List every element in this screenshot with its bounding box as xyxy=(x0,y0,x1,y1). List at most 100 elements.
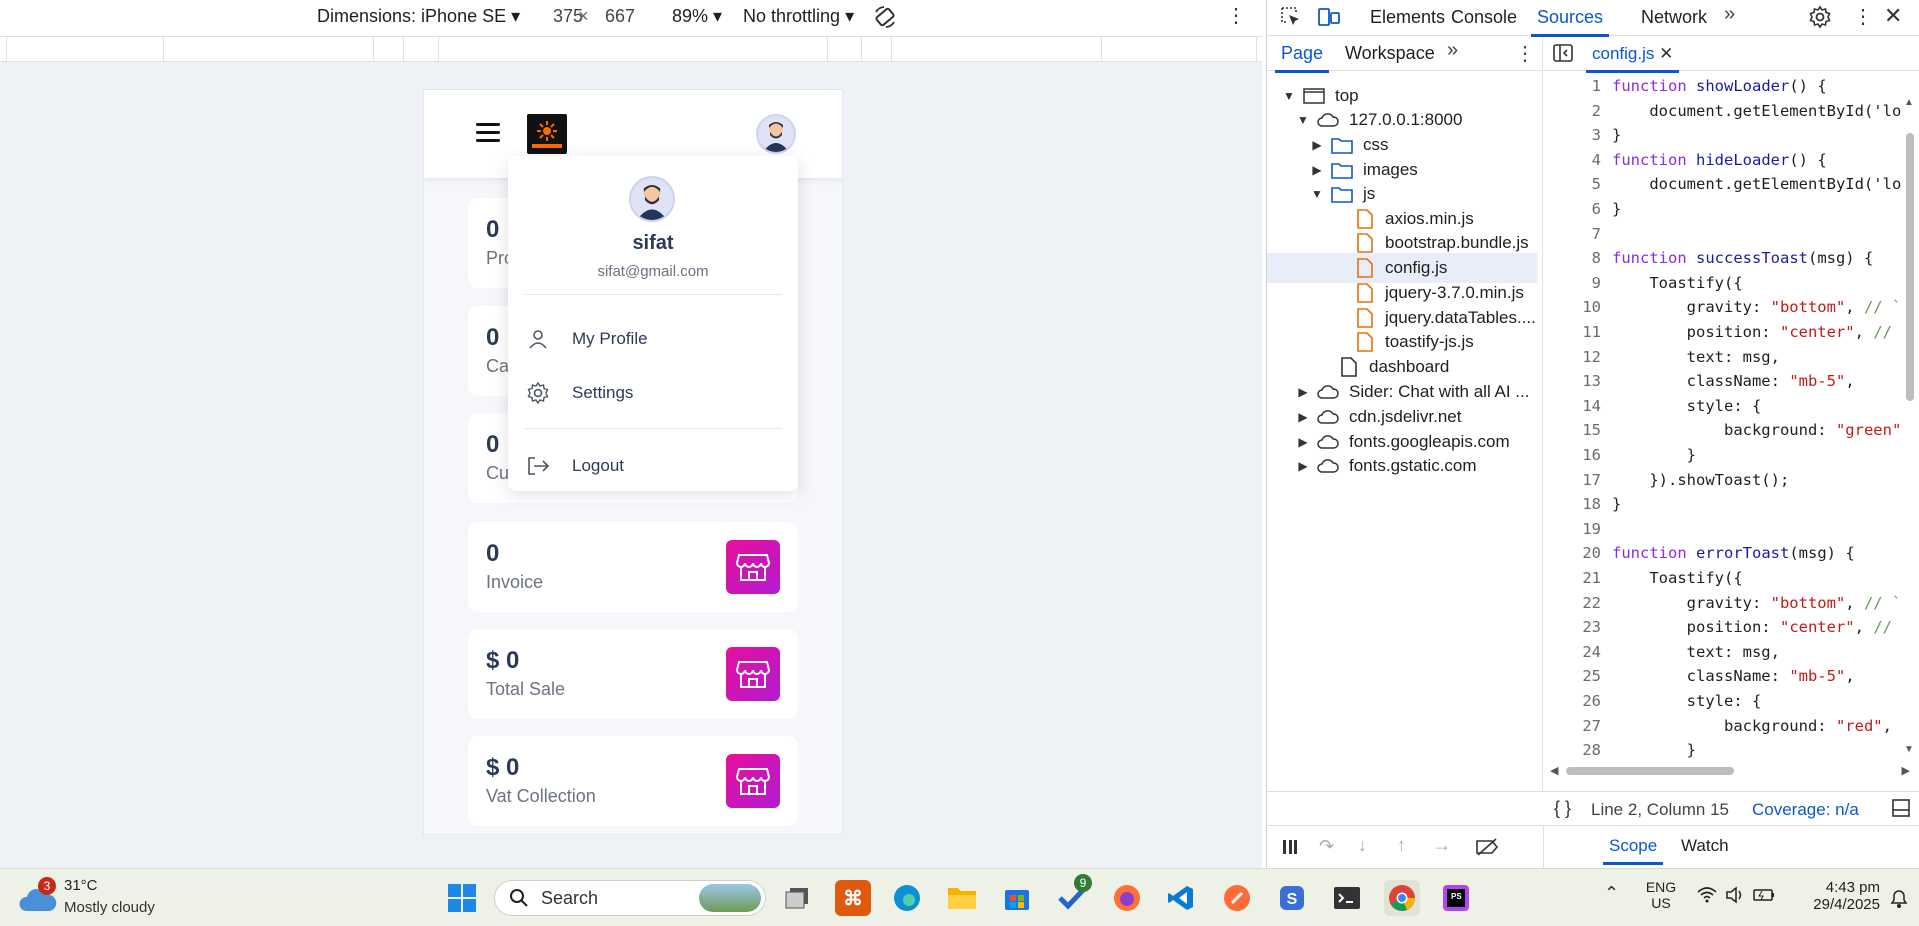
rotate-icon[interactable] xyxy=(872,4,898,30)
firefox-icon[interactable] xyxy=(1109,880,1145,916)
code-line[interactable]: function successToast(msg) { xyxy=(1612,249,1873,267)
taskbar-search[interactable]: Search xyxy=(494,880,766,916)
line-number[interactable]: 1 xyxy=(1544,77,1601,95)
code-line[interactable]: }).showToast(); xyxy=(1612,471,1789,489)
start-button-icon[interactable] xyxy=(444,880,480,916)
tab-network[interactable]: Network xyxy=(1641,7,1707,28)
brand-logo[interactable] xyxy=(527,114,567,154)
weather-widget[interactable]: 3 xyxy=(18,877,58,917)
kebab-menu-icon[interactable]: ⋮ xyxy=(1853,4,1873,29)
tab-workspace[interactable]: Workspace xyxy=(1345,43,1435,64)
code-line[interactable]: text: msg, xyxy=(1612,643,1780,661)
code-line[interactable]: style: { xyxy=(1612,397,1762,415)
step-icon[interactable]: → xyxy=(1433,835,1451,856)
user-avatar-button[interactable] xyxy=(756,114,796,154)
line-number[interactable]: 6 xyxy=(1544,200,1601,218)
edge-browser-icon[interactable] xyxy=(889,880,925,916)
editor-tab-config-js[interactable]: config.js ✕ xyxy=(1585,44,1680,73)
tree-node-host[interactable]: ▶ fonts.gstatic.com xyxy=(1295,451,1476,481)
line-number[interactable]: 23 xyxy=(1544,618,1601,636)
task-view-icon[interactable] xyxy=(779,880,815,916)
code-line[interactable]: document.getElementById('lo xyxy=(1612,102,1901,120)
line-number[interactable]: 11 xyxy=(1544,323,1601,341)
wifi-icon[interactable] xyxy=(1697,887,1717,908)
code-line[interactable]: } xyxy=(1612,446,1696,464)
terminal-icon[interactable] xyxy=(1329,880,1365,916)
tab-page[interactable]: Page xyxy=(1274,43,1330,73)
line-number[interactable]: 4 xyxy=(1544,151,1601,169)
line-number[interactable]: 8 xyxy=(1544,249,1601,267)
line-number[interactable]: 24 xyxy=(1544,643,1601,661)
language-indicator[interactable]: ENG US xyxy=(1644,879,1678,911)
horizontal-scrollbar[interactable]: ◀ ▶ xyxy=(1550,764,1910,778)
close-tab-icon[interactable]: ✕ xyxy=(1659,44,1673,63)
pause-icon[interactable] xyxy=(1281,838,1299,861)
step-into-icon[interactable]: ↓ xyxy=(1358,835,1367,856)
line-number[interactable]: 19 xyxy=(1544,520,1601,538)
hamburger-menu-icon[interactable] xyxy=(476,123,500,143)
chrome-icon[interactable] xyxy=(1384,880,1420,916)
code-line[interactable]: } xyxy=(1612,200,1621,218)
more-nav-tabs-icon[interactable]: » xyxy=(1447,39,1458,62)
code-line[interactable]: position: "center", // xyxy=(1612,618,1901,636)
xampp-icon[interactable]: ⌘ xyxy=(835,880,871,916)
menu-item-logout[interactable]: Logout xyxy=(524,446,782,486)
code-line[interactable]: } xyxy=(1612,741,1696,759)
code-line[interactable]: Toastify({ xyxy=(1612,274,1742,292)
step-over-icon[interactable]: ↷ xyxy=(1319,836,1334,857)
code-line[interactable]: background: "green" xyxy=(1612,421,1901,439)
tab-sources[interactable]: Sources xyxy=(1530,7,1610,37)
code-line[interactable]: document.getElementById('lo xyxy=(1612,175,1901,193)
tab-watch[interactable]: Watch xyxy=(1681,836,1729,856)
code-line[interactable]: gravity: "bottom", // ` xyxy=(1612,298,1902,316)
line-number[interactable]: 21 xyxy=(1544,569,1601,587)
notification-bell-icon[interactable] xyxy=(1888,887,1910,914)
inspect-element-icon[interactable] xyxy=(1279,5,1303,34)
line-number[interactable]: 20 xyxy=(1544,544,1601,562)
line-number[interactable]: 5 xyxy=(1544,175,1601,193)
show-hidden-icons-chevron-icon[interactable]: ⌃ xyxy=(1604,883,1619,904)
code-line[interactable]: } xyxy=(1612,126,1621,144)
line-number[interactable]: 26 xyxy=(1544,692,1601,710)
code-line[interactable]: gravity: "bottom", // ` xyxy=(1612,594,1902,612)
line-number[interactable]: 16 xyxy=(1544,446,1601,464)
line-number[interactable]: 12 xyxy=(1544,348,1601,366)
battery-icon[interactable] xyxy=(1753,887,1775,908)
zoom-dropdown[interactable]: 89% ▾ xyxy=(672,6,722,27)
code-line[interactable]: function errorToast(msg) { xyxy=(1612,544,1855,562)
code-line[interactable]: className: "mb-5", xyxy=(1612,372,1855,390)
code-line[interactable]: Toastify({ xyxy=(1612,569,1742,587)
code-line[interactable]: function showLoader() { xyxy=(1612,77,1827,95)
volume-icon[interactable] xyxy=(1725,886,1745,909)
device-toggle-icon[interactable] xyxy=(1317,5,1341,34)
tab-scope[interactable]: Scope xyxy=(1602,836,1664,865)
code-view[interactable]: 1 function showLoader() {2 document.getEl… xyxy=(1544,71,1919,761)
step-out-icon[interactable]: ↑ xyxy=(1397,835,1406,856)
close-devtools-icon[interactable]: ✕ xyxy=(1884,3,1902,29)
code-line[interactable]: } xyxy=(1612,495,1621,513)
coverage-panel-icon[interactable] xyxy=(1891,798,1911,823)
settings-gear-icon[interactable] xyxy=(1808,5,1832,34)
dimensions-dropdown[interactable]: Dimensions: iPhone SE ▾ xyxy=(317,6,520,27)
code-line[interactable]: function hideLoader() { xyxy=(1612,151,1827,169)
more-tabs-icon[interactable]: » xyxy=(1724,3,1735,26)
line-number[interactable]: 9 xyxy=(1544,274,1601,292)
menu-item-my-profile[interactable]: My Profile xyxy=(524,319,782,359)
line-number[interactable]: 17 xyxy=(1544,471,1601,489)
pretty-print-icon[interactable]: { } xyxy=(1554,798,1571,819)
more-options-icon[interactable]: ⋮ xyxy=(1226,6,1246,30)
line-number[interactable]: 27 xyxy=(1544,717,1601,735)
code-line[interactable]: text: msg, xyxy=(1612,348,1780,366)
line-number[interactable]: 28 xyxy=(1544,741,1601,759)
vscode-icon[interactable] xyxy=(1163,880,1199,916)
throttling-dropdown[interactable]: No throttling ▾ xyxy=(743,6,854,27)
vertical-scrollbar[interactable]: ▲ ▼ xyxy=(1904,97,1916,757)
tab-elements[interactable]: Elements xyxy=(1370,7,1445,28)
line-number[interactable]: 15 xyxy=(1544,421,1601,439)
phpstorm-icon[interactable]: PS xyxy=(1438,880,1474,916)
line-number[interactable]: 18 xyxy=(1544,495,1601,513)
todo-app-icon[interactable]: 9 xyxy=(1054,874,1092,916)
deactivate-breakpoints-icon[interactable] xyxy=(1475,838,1499,861)
navigator-menu-icon[interactable]: ⋮ xyxy=(1515,41,1535,66)
app-s-icon[interactable]: S xyxy=(1274,880,1310,916)
